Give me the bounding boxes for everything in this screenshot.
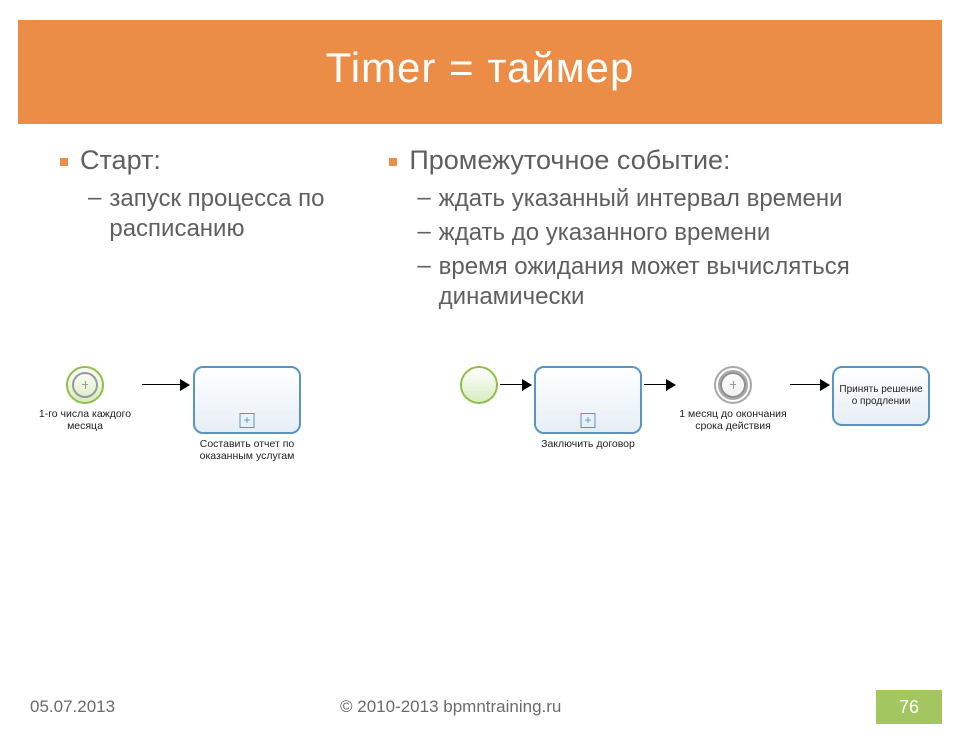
dash-icon: –	[417, 184, 430, 214]
sub-label: запуск процесса по расписанию	[109, 184, 359, 244]
footer-copyright: © 2010-2013 bpmntraining.ru	[340, 697, 876, 717]
diagram-row: 1-го числа каждого месяца + Составить от…	[0, 316, 960, 462]
dash-icon: –	[417, 218, 430, 248]
bullet-icon	[60, 158, 68, 166]
bullet-item: Промежуточное событие:	[389, 144, 930, 178]
start-timer-node: 1-го числа каждого месяца	[30, 366, 140, 432]
timer-intermediate-icon	[714, 366, 752, 404]
footer: 05.07.2013 © 2010-2013 bpmntraining.ru 7…	[0, 690, 960, 724]
task-caption: Составить отчет по оказанным услугам	[192, 438, 302, 462]
task-box: +	[193, 366, 301, 434]
content-area: Старт: – запуск процесса по расписанию П…	[0, 124, 960, 316]
sub-label: время ожидания может вычисляться динамич…	[439, 252, 930, 312]
sub-item: – запуск процесса по расписанию	[60, 184, 359, 244]
footer-date: 05.07.2013	[0, 697, 340, 717]
subprocess-plus-icon: +	[240, 413, 255, 428]
sub-label: ждать до указанного времени	[439, 218, 771, 248]
task-node: + Составить отчет по оказанным услугам	[192, 366, 302, 462]
bullet-label: Промежуточное событие:	[409, 144, 730, 178]
right-column: Промежуточное событие: – ждать указанный…	[389, 144, 930, 316]
start-event-icon	[460, 366, 498, 404]
bullet-item: Старт:	[60, 144, 359, 178]
title-bar: Timer = таймер	[18, 20, 942, 124]
task-box: +	[534, 366, 642, 434]
diagram-right: + Заключить договор 1 месяц до окончания…	[460, 366, 930, 462]
task-inner-label: Принять решение о продлении	[838, 384, 924, 407]
subprocess-plus-icon: +	[581, 413, 596, 428]
task-caption: Заключить договор	[541, 438, 635, 450]
intermediate-timer-node: 1 месяц до окончания срока действия	[678, 366, 788, 432]
timer-start-icon	[66, 366, 104, 404]
arrow-icon	[642, 366, 678, 404]
start-node	[460, 366, 498, 404]
arrow-icon	[498, 366, 534, 404]
page-number: 76	[876, 690, 942, 724]
task-box: Принять решение о продлении	[832, 366, 930, 426]
task-node: + Заключить договор	[534, 366, 642, 450]
diagram-left: 1-го числа каждого месяца + Составить от…	[30, 366, 302, 462]
sub-item: – ждать указанный интервал времени	[389, 184, 930, 214]
start-caption: 1-го числа каждого месяца	[30, 408, 140, 432]
arrow-icon	[140, 366, 192, 404]
sub-item: – время ожидания может вычисляться динам…	[389, 252, 930, 312]
left-column: Старт: – запуск процесса по расписанию	[60, 144, 359, 316]
arrow-icon	[788, 366, 832, 404]
sub-label: ждать указанный интервал времени	[439, 184, 843, 214]
bullet-label: Старт:	[80, 144, 161, 178]
bullet-icon	[389, 158, 397, 166]
task-node: Принять решение о продлении	[832, 366, 930, 426]
sub-item: – ждать до указанного времени	[389, 218, 930, 248]
slide-title: Timer = таймер	[18, 44, 942, 92]
dash-icon: –	[88, 184, 101, 244]
dash-icon: –	[417, 252, 430, 312]
timer-caption: 1 месяц до окончания срока действия	[678, 408, 788, 432]
